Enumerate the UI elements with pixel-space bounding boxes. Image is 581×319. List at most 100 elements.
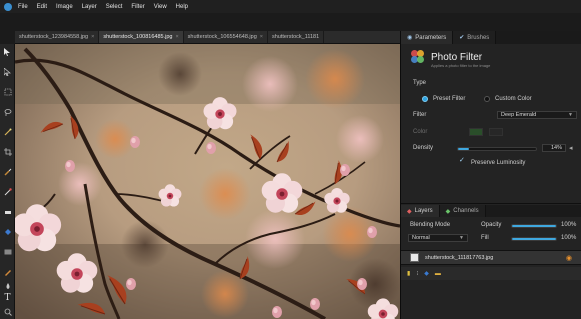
blur-icon[interactable] <box>2 280 13 291</box>
document-tab-active[interactable]: shutterstock_100816485.jpg × <box>99 31 184 43</box>
fill-slider-fill <box>512 238 556 240</box>
filter-subtitle: Applies a photo filter to the image <box>431 63 491 68</box>
move-tool-icon[interactable] <box>2 46 13 57</box>
new-group-icon[interactable]: ▮ <box>407 270 410 277</box>
photo-filter-header: Photo Filter <box>411 50 482 64</box>
close-tab-icon[interactable]: × <box>91 34 94 40</box>
preserve-luminosity-checkbox[interactable]: ✓ <box>459 157 465 164</box>
preset-filter-radio[interactable] <box>422 96 428 102</box>
color-label: Color <box>413 129 428 135</box>
tab-parameters-label: Parameters <box>415 34 447 41</box>
document-tab[interactable]: shutterstock_123984558.jpg × <box>15 31 100 43</box>
type-label: Type <box>413 80 427 86</box>
opacity-slider-fill <box>512 225 556 227</box>
chevron-down-icon: ▼ <box>459 235 464 241</box>
eyedropper-icon[interactable] <box>2 186 13 197</box>
document-tab[interactable]: shutterstock_11181 <box>268 31 325 43</box>
parameters-icon: ◉ <box>407 35 413 41</box>
document-tab-label: shutterstock_100816485.jpg <box>103 34 173 40</box>
wand-icon[interactable] <box>2 126 13 137</box>
zoom-icon[interactable] <box>2 306 13 317</box>
menu-file[interactable]: File <box>18 4 28 10</box>
menu-view[interactable]: View <box>154 4 167 10</box>
brush-tab-icon: ✔ <box>459 35 465 41</box>
document-tab-bar: shutterstock_123984558.jpg × shutterstoc… <box>15 31 400 44</box>
type-icon[interactable]: T <box>2 292 13 303</box>
chevron-down-icon: ▼ <box>568 112 573 118</box>
menu-filter[interactable]: Filter <box>131 4 144 10</box>
fill-label: Fill <box>481 235 489 241</box>
menu-select[interactable]: Select <box>106 4 123 10</box>
tab-brushes-label: Brushes <box>467 34 490 41</box>
layer-thumbnail <box>410 253 419 262</box>
density-slider-fill <box>458 148 469 150</box>
close-tab-icon[interactable]: × <box>260 34 263 40</box>
menu-layer[interactable]: Layer <box>82 4 97 10</box>
paint-bucket-icon[interactable] <box>2 226 13 237</box>
eraser-icon[interactable] <box>2 206 13 217</box>
density-stepper-icon[interactable]: ◂ <box>569 144 573 152</box>
tools-panel: T <box>0 44 15 319</box>
visibility-eye-icon[interactable]: ◉ <box>566 254 572 262</box>
filter-title: Photo Filter <box>431 51 483 63</box>
layer-item[interactable]: shutterstock_111817763.jpg ◉ <box>401 250 581 265</box>
preset-filter-label: Preset Filter <box>433 96 466 102</box>
brush-icon[interactable] <box>2 166 13 177</box>
photo-filter-icon <box>411 50 425 64</box>
preserve-luminosity-label: Preserve Luminosity <box>471 160 526 166</box>
layer-tools: ▮ ⁝ ◆ ▬ <box>401 267 581 280</box>
layers-panel-tabs: ◆ Layers ◆ Channels <box>401 205 581 217</box>
blending-mode-select[interactable]: Normal ▼ <box>408 234 468 242</box>
image-canvas[interactable] <box>15 44 400 319</box>
opacity-slider[interactable] <box>511 224 557 228</box>
menu-edit[interactable]: Edit <box>37 4 47 10</box>
lasso-icon[interactable] <box>2 106 13 117</box>
opacity-label: Opacity <box>481 222 502 228</box>
tab-channels[interactable]: ◆ Channels <box>439 205 486 217</box>
blending-mode-value: Normal <box>412 235 430 241</box>
blending-mode-label: Blending Mode <box>410 222 451 228</box>
tab-layers-label: Layers <box>414 208 433 214</box>
document-tab-label: shutterstock_11181 <box>271 34 320 40</box>
marquee-icon[interactable] <box>2 86 13 97</box>
gradient-icon[interactable] <box>2 246 13 257</box>
density-input[interactable]: 14% <box>542 144 566 152</box>
canvas-photo <box>15 44 400 319</box>
link-icon[interactable]: ⁝ <box>416 270 418 277</box>
filter-label: Filter <box>413 112 427 118</box>
app-logo-icon <box>4 2 12 11</box>
channels-icon: ◆ <box>445 208 451 215</box>
filter-select[interactable]: Deep Emerald ▼ <box>497 111 577 119</box>
menu-bar: File Edit Image Layer Select Filter View… <box>0 0 581 13</box>
menu-help[interactable]: Help <box>176 4 188 10</box>
layer-name: shutterstock_111817763.jpg <box>425 254 494 261</box>
document-tab-label: shutterstock_123984558.jpg <box>19 34 89 40</box>
fill-slider[interactable] <box>511 237 557 241</box>
tab-brushes[interactable]: ✔ Brushes <box>453 31 497 44</box>
density-label: Density <box>413 145 434 151</box>
color-picker-button <box>489 128 503 136</box>
tab-channels-label: Channels <box>453 208 479 214</box>
opacity-value[interactable]: 100% <box>561 222 576 228</box>
crop-icon[interactable] <box>2 146 13 157</box>
mask-icon[interactable]: ◆ <box>424 270 429 277</box>
tab-parameters[interactable]: ◉ Parameters <box>401 31 454 44</box>
selection-arrow-icon[interactable] <box>2 66 13 77</box>
folder-icon[interactable]: ▬ <box>435 271 441 277</box>
fill-value[interactable]: 100% <box>561 235 576 241</box>
custom-color-radio[interactable] <box>484 96 490 102</box>
custom-color-label: Custom Color <box>495 96 532 102</box>
density-slider[interactable] <box>457 147 537 151</box>
pen-icon[interactable] <box>2 266 13 277</box>
filter-select-value: Deep Emerald <box>501 112 537 118</box>
color-swatch <box>469 128 483 136</box>
panel-tabs: ◉ Parameters ✔ Brushes <box>401 31 581 44</box>
properties-panel: ◉ Parameters ✔ Brushes Photo Filter Appl… <box>400 31 581 319</box>
document-tab[interactable]: shutterstock_106554648.jpg × <box>184 31 268 43</box>
panel-divider <box>401 203 581 204</box>
layers-icon: ◆ <box>407 208 412 215</box>
menu-image[interactable]: Image <box>56 4 73 10</box>
close-tab-icon[interactable]: × <box>175 34 178 40</box>
tab-layers[interactable]: ◆ Layers <box>401 205 440 217</box>
document-tab-label: shutterstock_106554648.jpg <box>187 34 257 40</box>
